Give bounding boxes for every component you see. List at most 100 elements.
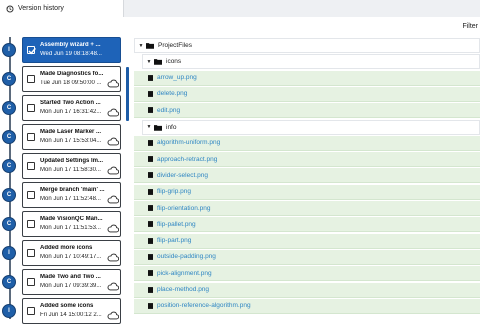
history-checkbox[interactable] [27, 75, 35, 83]
caret-down-icon[interactable]: ▼ [137, 43, 145, 49]
history-checkbox[interactable] [27, 191, 35, 199]
history-checkbox[interactable] [27, 46, 36, 55]
history-checkbox[interactable] [27, 162, 35, 170]
commit-node: C [2, 159, 16, 173]
file-icon [148, 90, 157, 97]
folder-icon [145, 42, 158, 49]
caret-down-icon[interactable]: ▼ [145, 59, 153, 65]
commit-node: I [2, 246, 16, 260]
cloud-icon [107, 75, 120, 93]
file-icon [148, 253, 157, 260]
history-card[interactable]: Assembly wizard + ... Wed Jun 19 08:18:48… [22, 37, 121, 63]
file-row[interactable]: outside-padding.png [134, 249, 480, 265]
file-row[interactable]: position-reference-algorithm.png [134, 298, 480, 314]
history-entry[interactable]: C Merge branch 'main' ... Mon Jun 17 11:52… [0, 182, 126, 208]
file-label: approach-retract.png [157, 155, 218, 163]
file-icon [148, 302, 157, 309]
file-row[interactable]: delete.png [134, 86, 480, 102]
folder-row[interactable]: ▼ info [142, 119, 480, 135]
file-icon [148, 270, 157, 277]
commit-node: C [2, 72, 16, 86]
commit-node: C [2, 188, 16, 202]
cloud-icon [107, 162, 120, 180]
tab-version-history[interactable]: Version history [0, 0, 124, 17]
cloud-icon [107, 133, 120, 151]
history-entry[interactable]: C Made VisionQC Man... Mon Jun 17 11:51:53… [0, 211, 126, 237]
history-entry[interactable]: C Made Diagnostics fo... Tue Jun 18 09:50:… [0, 66, 126, 92]
history-card[interactable]: Started Two Action ... Mon Jun 17 16:31:4… [22, 95, 121, 121]
file-label: algorithm-uniform.png [157, 139, 221, 147]
history-entry[interactable]: C Made Two and Two ... Mon Jun 17 09:39:39… [0, 269, 126, 295]
history-scrollbar[interactable] [126, 67, 129, 121]
history-entry[interactable]: I Added more icons Mon Jun 17 10:49:17... [0, 240, 126, 266]
file-label: place-method.png [157, 286, 210, 293]
history-card[interactable]: Made Diagnostics fo... Tue Jun 18 09:50:0… [22, 66, 121, 92]
file-icon [148, 107, 157, 114]
history-date: Mon Jun 17 11:58:30... [40, 167, 101, 173]
file-row[interactable]: edit.png [134, 103, 480, 119]
filter-button[interactable]: Filter [462, 23, 478, 30]
history-entry[interactable]: I Assembly wizard + ... Wed Jun 19 08:18:4… [0, 37, 126, 63]
file-label: outside-padding.png [157, 253, 216, 261]
file-label: arrow_up.png [157, 74, 197, 82]
history-card[interactable]: Added more icons Mon Jun 17 10:49:17... [22, 240, 121, 266]
commit-node: C [2, 275, 16, 289]
history-title: Made VisionQC Man... [40, 216, 103, 222]
history-entry[interactable]: C Started Two Action ... Mon Jun 17 16:31:… [0, 95, 126, 121]
file-row[interactable]: approach-retract.png [134, 152, 480, 168]
file-row[interactable]: flip-pallet.png [134, 217, 480, 233]
folder-label: ProjectFiles [158, 42, 192, 49]
history-title: Started Two Action ... [40, 100, 101, 106]
caret-down-icon[interactable]: ▼ [145, 124, 153, 130]
file-label: edit.png [157, 106, 181, 114]
file-label: flip-orientation.png [157, 204, 211, 212]
file-row[interactable]: arrow_up.png [134, 70, 480, 86]
history-card[interactable]: Updated Settings Im... Mon Jun 17 11:58:3… [22, 153, 121, 179]
history-title: Updated Settings Im... [40, 158, 104, 164]
file-row[interactable]: place-method.png [134, 282, 480, 298]
history-checkbox[interactable] [27, 307, 35, 315]
history-date: Mon Jun 17 16:31:42... [40, 109, 102, 115]
history-card[interactable]: Made Two and Two ... Mon Jun 17 09:39:39.… [22, 269, 121, 295]
history-entry[interactable]: I Added some icons Fri Jun 14 15:00:12 2..… [0, 298, 126, 324]
file-icon [148, 188, 157, 195]
history-checkbox[interactable] [27, 249, 35, 257]
history-date: Mon Jun 17 10:49:17... [40, 254, 102, 260]
tab-bar: Version history [0, 0, 480, 17]
file-row[interactable]: flip-orientation.png [134, 201, 480, 216]
file-label: flip-part.png [157, 237, 192, 245]
history-icon [6, 4, 14, 13]
tab-title: Version history [18, 5, 64, 12]
file-icon [148, 74, 157, 81]
folder-row[interactable]: ▼ icons [142, 54, 480, 70]
history-date: Mon Jun 17 09:39:39... [40, 283, 102, 289]
history-card[interactable]: Merge branch 'main' ... Mon Jun 17 11:52:… [22, 182, 121, 208]
history-date: Mon Jun 17 11:51:53... [40, 225, 101, 231]
file-row[interactable]: divider-select.png [134, 168, 480, 184]
file-icon [148, 286, 157, 293]
history-checkbox[interactable] [27, 104, 35, 112]
history-checkbox[interactable] [27, 220, 35, 228]
history-card[interactable]: Made Laser Marker ... Mon Jun 17 15:53:04… [22, 124, 121, 150]
history-date: Fri Jun 14 15:00:12 2... [40, 312, 102, 318]
file-icon [148, 139, 157, 146]
history-card[interactable]: Made VisionQC Man... Mon Jun 17 11:51:53.… [22, 211, 121, 237]
file-label: divider-select.png [157, 171, 208, 179]
history-card[interactable]: Added some icons Fri Jun 14 15:00:12 2... [22, 298, 121, 324]
commit-node: C [2, 217, 16, 231]
history-panel: I Assembly wizard + ... Wed Jun 19 08:18:4… [0, 37, 132, 324]
history-entry[interactable]: C Made Laser Marker ... Mon Jun 17 15:53:0… [0, 124, 126, 150]
history-title: Added some icons [40, 303, 94, 309]
history-checkbox[interactable] [27, 133, 35, 141]
history-entry[interactable]: C Updated Settings Im... Mon Jun 17 11:58:… [0, 153, 126, 179]
file-row[interactable]: algorithm-uniform.png [134, 135, 480, 151]
file-label: delete.png [157, 90, 188, 98]
file-label: flip-pallet.png [157, 220, 196, 228]
file-row[interactable]: flip-grip.png [134, 184, 480, 200]
file-row[interactable]: flip-part.png [134, 233, 480, 249]
cloud-icon [107, 307, 120, 325]
file-row[interactable]: pick-alignment.png [134, 266, 480, 282]
folder-row[interactable]: ▼ ProjectFiles [134, 38, 480, 53]
history-checkbox[interactable] [27, 278, 35, 286]
file-icon [148, 205, 157, 211]
